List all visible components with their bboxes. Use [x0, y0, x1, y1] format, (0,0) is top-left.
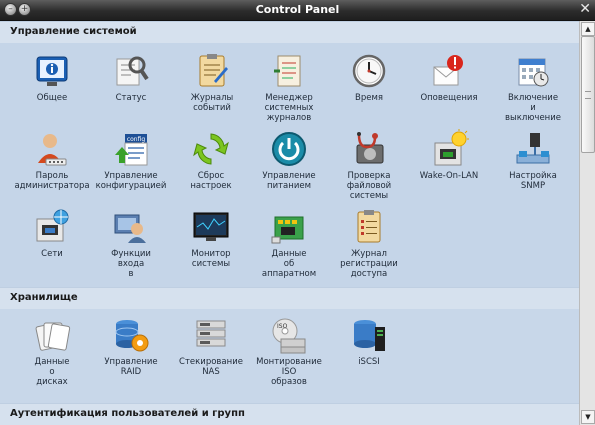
- item-label: Стекирование NAS: [179, 357, 243, 377]
- item-admin-password[interactable]: Пароль администратора: [12, 129, 92, 191]
- item-label: Оповещения: [420, 93, 478, 103]
- network-icon: [32, 207, 72, 247]
- access-log-icon: [349, 207, 389, 247]
- item-syslog-manager[interactable]: Менеджер системных журналов: [249, 51, 329, 123]
- status-icon: [111, 51, 151, 91]
- item-label: Статус: [115, 93, 147, 103]
- section-header-storage: Хранилище: [0, 287, 580, 310]
- item-label: Функции входа в: [111, 249, 151, 279]
- item-label: Пароль администратора: [14, 171, 90, 191]
- item-filesystem-check[interactable]: Проверка файловой системы: [329, 129, 409, 201]
- item-power-management[interactable]: Управление питанием: [249, 129, 329, 191]
- item-raid[interactable]: Управление RAID: [91, 315, 171, 377]
- item-label: Журнал регистрации доступа: [340, 249, 398, 279]
- control-panel-window: – + Control Panel ✕ Управление системой: [0, 0, 595, 425]
- item-label: Монтирование ISO образов: [256, 357, 322, 387]
- item-label: Данные о дисках: [34, 357, 70, 387]
- item-label: Wake-On-LAN: [419, 171, 479, 181]
- section-storage-items: Данные о дисках Управление RAID Стекиров…: [0, 309, 580, 403]
- power-schedule-icon: [513, 51, 553, 91]
- general-icon: [32, 51, 72, 91]
- notifications-icon: [429, 51, 469, 91]
- item-notifications[interactable]: Оповещения: [409, 51, 489, 103]
- item-label: Данные об аппаратном: [261, 249, 317, 279]
- item-time[interactable]: Время: [329, 51, 409, 103]
- item-label: Сети: [41, 249, 63, 259]
- item-label: Общее: [36, 93, 68, 103]
- item-iso-mount[interactable]: ISO Монтирование ISO образов: [249, 315, 329, 387]
- item-label: Время: [355, 93, 383, 103]
- filesystem-check-icon: [349, 129, 389, 169]
- iso-icon-text: ISO: [277, 323, 288, 330]
- section-header-system: Управление системой: [0, 21, 580, 44]
- vertical-scrollbar[interactable]: ▲ ▼: [579, 21, 595, 425]
- disk-info-icon: [32, 315, 72, 355]
- item-reset-settings[interactable]: Сброс настроек: [171, 129, 251, 191]
- item-label: Журналы событий: [190, 93, 234, 113]
- section-title-auth: Аутентификация пользователей и групп: [10, 408, 245, 419]
- section-title-storage: Хранилище: [10, 292, 78, 303]
- scroll-thumb[interactable]: [581, 36, 595, 153]
- scroll-down-button[interactable]: ▼: [581, 410, 595, 424]
- item-config-management[interactable]: config Управление конфигурацией: [91, 129, 171, 191]
- item-label: Проверка файловой системы: [346, 171, 392, 201]
- power-management-icon: [269, 129, 309, 169]
- item-label: Включение и выключение: [504, 93, 561, 123]
- syslog-manager-icon: [269, 51, 309, 91]
- reset-settings-icon: [191, 129, 231, 169]
- hardware-info-icon: [269, 207, 309, 247]
- scroll-up-button[interactable]: ▲: [581, 22, 595, 36]
- title-bar: – + Control Panel ✕: [0, 0, 595, 21]
- login-functions-icon: [111, 207, 151, 247]
- iscsi-icon: [349, 315, 389, 355]
- item-label: Сброс настроек: [190, 171, 232, 191]
- config-management-icon: config: [111, 129, 151, 169]
- item-wake-on-lan[interactable]: Wake-On-LAN: [409, 129, 489, 181]
- system-monitor-icon: [191, 207, 231, 247]
- item-label: iSCSI: [358, 357, 380, 367]
- item-label: Монитор системы: [191, 249, 231, 269]
- item-label: Управление питанием: [262, 171, 316, 191]
- item-status[interactable]: Статус: [91, 51, 171, 103]
- item-event-logs[interactable]: Журналы событий: [172, 51, 252, 113]
- section-header-auth: Аутентификация пользователей и групп: [0, 403, 580, 425]
- item-login-functions[interactable]: Функции входа в: [91, 207, 171, 279]
- item-label: Менеджер системных журналов: [264, 93, 314, 123]
- wake-on-lan-icon: [429, 129, 469, 169]
- item-snmp[interactable]: Настройка SNMP: [493, 129, 573, 191]
- raid-icon: [111, 315, 151, 355]
- item-label: Настройка SNMP: [509, 171, 557, 191]
- iso-mount-icon: ISO: [269, 315, 309, 355]
- section-title-system: Управление системой: [10, 26, 137, 37]
- item-label: Управление конфигурацией: [95, 171, 167, 191]
- item-hardware-info[interactable]: Данные об аппаратном: [249, 207, 329, 279]
- window-title: Control Panel: [255, 3, 340, 16]
- item-label: Управление RAID: [104, 357, 158, 377]
- item-network[interactable]: Сети: [12, 207, 92, 259]
- config-icon-text: config: [127, 136, 146, 143]
- item-power-schedule[interactable]: Включение и выключение: [493, 51, 573, 123]
- nas-stacking-icon: [191, 315, 231, 355]
- section-system-items: Общее Статус Журналы событий Менеджер си…: [0, 43, 580, 287]
- item-access-log[interactable]: Журнал регистрации доступа: [329, 207, 409, 279]
- clock-icon: [349, 51, 389, 91]
- item-general[interactable]: Общее: [12, 51, 92, 103]
- item-iscsi[interactable]: iSCSI: [329, 315, 409, 367]
- item-disk-info[interactable]: Данные о дисках: [12, 315, 92, 387]
- item-nas-stacking[interactable]: Стекирование NAS: [171, 315, 251, 377]
- control-panel-content: Управление системой Общее Статус Журналы…: [0, 21, 580, 425]
- snmp-icon: [513, 129, 553, 169]
- close-button[interactable]: ✕: [579, 2, 591, 16]
- event-logs-icon: [192, 51, 232, 91]
- admin-password-icon: [32, 129, 72, 169]
- item-system-monitor[interactable]: Монитор системы: [171, 207, 251, 269]
